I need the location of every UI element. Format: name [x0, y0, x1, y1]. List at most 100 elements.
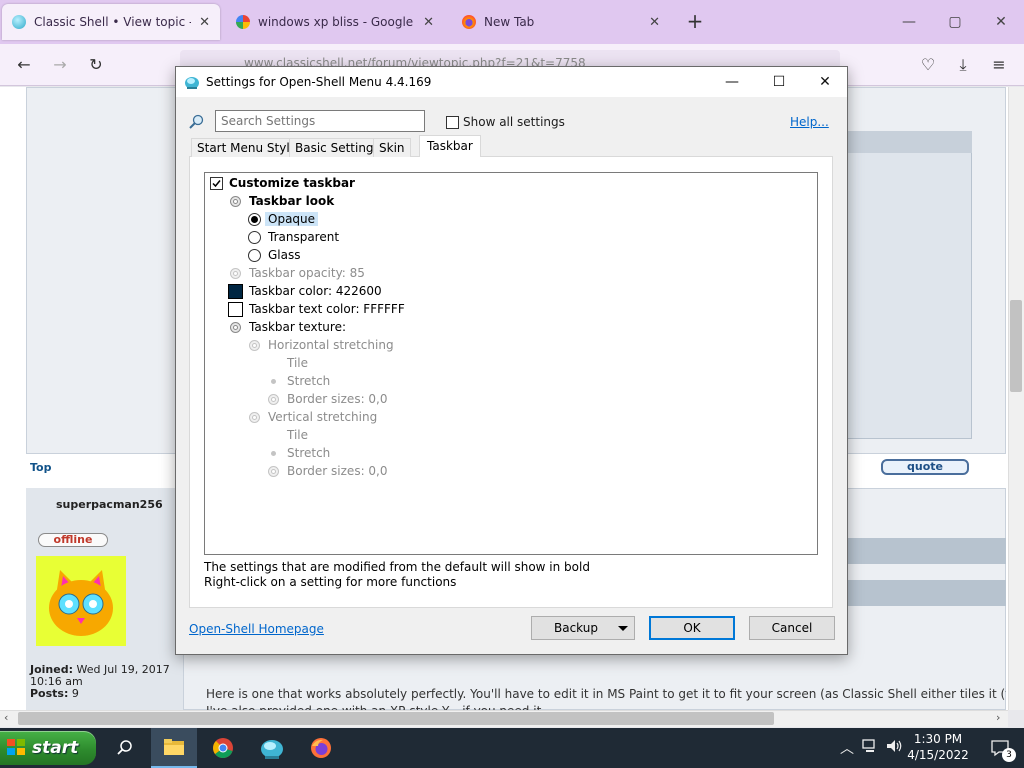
radio-unselected[interactable]	[248, 248, 261, 262]
back-icon[interactable]: ←	[11, 52, 37, 78]
chrome-icon[interactable]	[200, 728, 246, 768]
notifications-icon[interactable]: 3	[980, 728, 1020, 768]
browser-minimize-button[interactable]: —	[894, 8, 924, 36]
tree-label: Tile	[287, 356, 309, 370]
tree-item-taskbar-color[interactable]: Taskbar color: 422600	[228, 282, 382, 300]
quote-button[interactable]: quote	[881, 459, 969, 475]
tree-item-h-border-sizes[interactable]: Border sizes: 0,0	[267, 390, 388, 408]
pocket-icon[interactable]: ♡	[915, 52, 941, 78]
horizontal-scrollbar-thumb[interactable]	[18, 712, 774, 725]
color-swatch[interactable]	[228, 301, 243, 317]
backup-button[interactable]: Backup	[531, 616, 635, 640]
ok-button[interactable]: OK	[649, 616, 735, 640]
homepage-link[interactable]: Open-Shell Homepage	[189, 622, 324, 636]
post-content-header	[846, 131, 972, 153]
tab-classic-shell[interactable]: Classic Shell • View topic - Windows ✕	[2, 4, 220, 40]
system-clock[interactable]: 1:30 PM 4/15/2022	[906, 731, 970, 763]
show-hidden-icons-chevron-icon[interactable]: ︿	[840, 738, 854, 758]
checkbox-box[interactable]	[446, 115, 459, 129]
tree-item-customize-taskbar[interactable]: Customize taskbar	[210, 174, 355, 192]
settings-gear-icon	[229, 267, 242, 280]
bullet-icon	[267, 447, 280, 460]
close-tab-icon[interactable]: ✕	[199, 15, 210, 30]
tree-item-v-stretch[interactable]: Stretch	[267, 444, 330, 462]
browser-close-button[interactable]: ✕	[986, 8, 1016, 36]
tree-label: Stretch	[287, 374, 331, 388]
tree-item-taskbar-text-color[interactable]: Taskbar text color: FFFFFF	[228, 300, 405, 318]
forward-icon[interactable]: →	[47, 52, 73, 78]
tab-google-search[interactable]: windows xp bliss - Google Search ✕	[226, 4, 444, 40]
start-button[interactable]: start	[0, 731, 96, 765]
firefox-favicon-icon	[462, 15, 476, 29]
tree-label: Taskbar look	[249, 194, 335, 208]
tab-start-menu-style[interactable]: Start Menu Style	[191, 138, 304, 157]
tree-item-h-stretch[interactable]: Stretch	[267, 372, 330, 390]
settings-gear-icon	[248, 411, 261, 424]
tree-item-taskbar-texture[interactable]: Taskbar texture:	[229, 318, 346, 336]
cancel-button[interactable]: Cancel	[749, 616, 835, 640]
tree-label: Vertical stretching	[268, 410, 378, 424]
dialog-minimize-button[interactable]: —	[709, 68, 755, 96]
settings-gear-icon	[248, 339, 261, 352]
scroll-left-icon[interactable]: ‹	[4, 711, 8, 724]
settings-tree[interactable]: Customize taskbar Taskbar look Opaque Tr…	[204, 172, 818, 555]
tree-label: Border sizes: 0,0	[287, 392, 388, 406]
vertical-scrollbar-thumb[interactable]	[1010, 300, 1022, 392]
scroll-right-icon[interactable]: ›	[996, 711, 1000, 724]
reload-icon[interactable]: ↻	[83, 52, 109, 78]
firefox-icon[interactable]	[298, 728, 344, 768]
search-settings-input[interactable]	[215, 110, 425, 132]
windows-flag-icon	[6, 738, 26, 759]
author-details: Joined: Wed Jul 19, 2017 10:16 am Posts:…	[30, 664, 180, 700]
author-name[interactable]: superpacman256	[56, 498, 163, 511]
tree-item-vertical-stretching[interactable]: Vertical stretching	[248, 408, 377, 426]
color-swatch[interactable]	[228, 283, 243, 299]
top-link[interactable]: Top	[30, 461, 51, 474]
close-tab-icon[interactable]: ✕	[649, 15, 660, 30]
tree-label: Glass	[268, 248, 301, 262]
file-explorer-icon[interactable]	[151, 728, 197, 768]
chevron-down-icon	[618, 626, 628, 631]
post-header-bar	[848, 580, 1006, 606]
tree-label: Horizontal stretching	[268, 338, 394, 352]
google-favicon-icon	[236, 15, 250, 29]
tab-new-tab[interactable]: New Tab ✕	[452, 4, 670, 40]
tree-item-v-border-sizes[interactable]: Border sizes: 0,0	[267, 462, 388, 480]
help-link[interactable]: Help...	[790, 115, 829, 129]
menu-icon[interactable]: ≡	[986, 52, 1012, 78]
volume-icon[interactable]	[886, 738, 904, 758]
checkbox-checked[interactable]	[210, 176, 223, 190]
tree-item-transparent[interactable]: Transparent	[248, 228, 339, 246]
radio-selected[interactable]	[248, 212, 261, 226]
tree-item-taskbar-look[interactable]: Taskbar look	[229, 192, 334, 210]
tree-item-glass[interactable]: Glass	[248, 246, 301, 264]
tree-item-taskbar-opacity[interactable]: Taskbar opacity: 85	[229, 264, 365, 282]
dialog-maximize-button[interactable]: ☐	[756, 68, 802, 96]
new-tab-button[interactable]: +	[684, 10, 706, 32]
browser-maximize-button[interactable]: ▢	[940, 8, 970, 36]
tab-skin[interactable]: Skin	[373, 138, 411, 157]
backup-label: Backup	[554, 621, 598, 635]
tree-item-horizontal-stretching[interactable]: Horizontal stretching	[248, 336, 394, 354]
posts-value: 9	[71, 687, 79, 700]
tree-item-h-tile[interactable]: Tile	[287, 354, 308, 372]
tree-item-v-tile[interactable]: Tile	[287, 426, 308, 444]
dialog-close-button[interactable]: ✕	[802, 68, 848, 96]
tab-taskbar[interactable]: Taskbar	[419, 135, 481, 157]
open-shell-taskbar-icon[interactable]	[249, 728, 295, 768]
dialog-title: Settings for Open-Shell Menu 4.4.169	[206, 75, 432, 89]
post-content-box	[846, 131, 972, 439]
avatar	[36, 556, 126, 646]
network-icon[interactable]	[862, 738, 878, 758]
downloads-icon[interactable]: ⤓	[950, 52, 976, 78]
tree-label: Taskbar text color: FFFFFF	[249, 302, 405, 316]
settings-gear-icon	[267, 465, 280, 478]
tree-item-opaque[interactable]: Opaque	[248, 210, 319, 228]
close-tab-icon[interactable]: ✕	[423, 15, 434, 30]
tab-basic-settings[interactable]: Basic Settings	[289, 138, 386, 157]
vertical-scrollbar[interactable]	[1008, 87, 1024, 710]
radio-unselected[interactable]	[248, 230, 261, 244]
show-all-settings-checkbox[interactable]: Show all settings	[446, 115, 565, 129]
post-body-text: Here is one that works absolutely perfec…	[206, 687, 1006, 701]
search-icon[interactable]	[102, 728, 148, 768]
